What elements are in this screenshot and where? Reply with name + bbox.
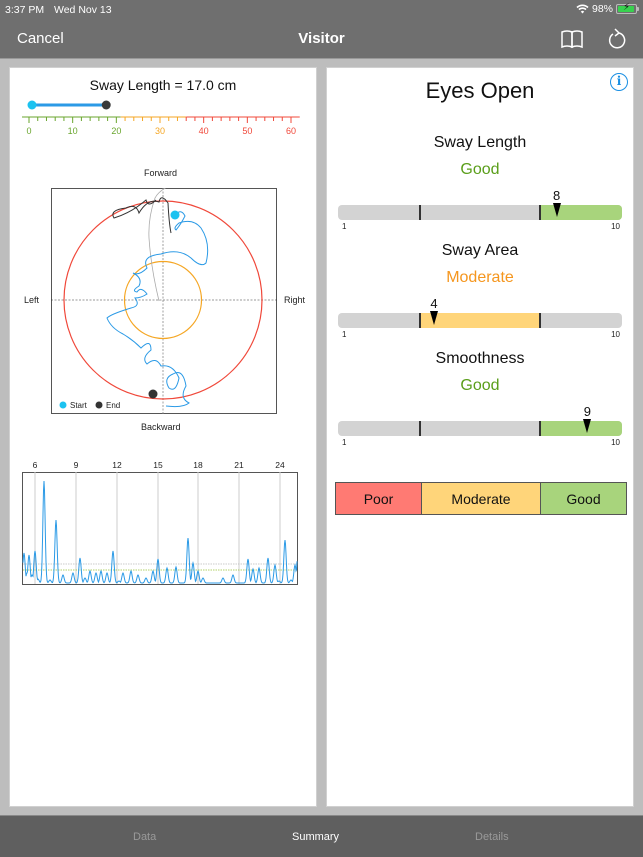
sway-panel: Sway Length = 17.0 cm 0 10 20 30 40 50 60 Forw… (9, 67, 317, 807)
status-bar: 3:37 PM Wed Nov 13 98% ⚡ (0, 0, 643, 20)
start-point (170, 210, 180, 220)
battery-charging-icon: ⚡ (616, 2, 639, 14)
x-tick-label: 9 (74, 460, 79, 470)
sway-plot: Forward Backward Left Right Start End (20, 164, 320, 436)
right-label: Right (284, 295, 306, 305)
score-marker: 4 (428, 297, 440, 325)
zone-divider (539, 421, 541, 436)
x-tick-label: 21 (234, 460, 244, 470)
plot-frame (51, 188, 277, 414)
end-legend-label: End (106, 401, 120, 410)
tab-data[interactable]: Data (133, 831, 156, 843)
sway-length-slider[interactable] (27, 98, 317, 112)
scale-min-label: 1 (342, 330, 347, 339)
metric-name: Sway Area (441, 242, 519, 259)
score-marker: 8 (551, 189, 563, 217)
scale-tick-label: 10 (68, 126, 78, 136)
score-track (338, 205, 622, 220)
end-legend-dot (95, 401, 103, 409)
frequency-chart: 6 9 12 15 18 21 24 (22, 460, 298, 585)
refresh-icon[interactable] (605, 28, 629, 50)
metric-rating: Good (460, 161, 500, 178)
status-date: Wed Nov 13 (54, 4, 112, 16)
metric-rating: Moderate (446, 269, 514, 286)
book-icon[interactable] (560, 28, 584, 50)
backward-label: Backward (141, 422, 181, 432)
wifi-icon (576, 4, 589, 14)
metric-rating: Good (460, 377, 500, 394)
sway-plot-canvas: Start End (51, 188, 277, 414)
chart-frame (22, 472, 298, 585)
score-value: 9 (583, 404, 591, 419)
start-legend-label: Start (70, 401, 88, 410)
metric-name: Sway Length (433, 134, 527, 151)
legend-good: Good (541, 483, 626, 514)
metric-block: Sway Area Moderate (327, 242, 633, 287)
battery-percent: 98% (591, 3, 613, 15)
legend-poor: Poor (336, 483, 422, 514)
results-panel: Eyes Open i Sway Length Good 8 1 10 Sway … (326, 67, 634, 807)
slider-start-handle[interactable] (27, 100, 37, 110)
scale-max-label: 10 (611, 438, 620, 447)
scale-tick-label: 60 (286, 126, 296, 136)
score-track (338, 421, 622, 436)
score-track (338, 313, 622, 328)
x-tick-label: 6 (33, 460, 38, 470)
marker-triangle-icon (552, 203, 561, 217)
metric-block: Sway Length Good (327, 134, 633, 179)
scale-tick-label: 40 (199, 126, 209, 136)
metric-score-bar: 8 1 10 (338, 188, 622, 231)
condition-title: Eyes Open (425, 78, 535, 103)
metric-name: Smoothness (435, 350, 525, 367)
tab-summary[interactable]: Summary (292, 831, 339, 843)
page-title: Visitor (298, 30, 345, 47)
metric-block: Smoothness Good (327, 350, 633, 395)
scale-tick-label: 20 (111, 126, 121, 136)
scale-min-label: 1 (342, 438, 347, 447)
score-value: 4 (430, 296, 438, 311)
legend-moderate: Moderate (422, 483, 541, 514)
x-tick-label: 15 (153, 460, 163, 470)
sway-length-title: Sway Length = 17.0 cm (89, 77, 237, 93)
tab-bar: Data Summary Details (0, 815, 643, 857)
sway-length-scale: 0 10 20 30 40 50 60 (22, 116, 300, 136)
zone-divider (539, 313, 541, 328)
zone-divider (419, 205, 421, 220)
scale-max-label: 10 (611, 330, 620, 339)
score-marker: 9 (581, 405, 593, 433)
rating-legend: Poor Moderate Good (335, 482, 627, 515)
tab-details[interactable]: Details (475, 831, 509, 843)
info-icon[interactable]: i (610, 73, 628, 91)
zone-divider (419, 313, 421, 328)
slider-value-handle[interactable] (101, 100, 111, 110)
x-tick-label: 18 (193, 460, 203, 470)
x-tick-label: 12 (112, 460, 122, 470)
scale-max-label: 10 (611, 222, 620, 231)
marker-triangle-icon (583, 419, 592, 433)
end-point (148, 389, 158, 399)
x-tick-label: 24 (275, 460, 285, 470)
scale-tick-label: 30 (155, 126, 165, 136)
forward-label: Forward (144, 168, 178, 178)
scale-tick-label: 0 (26, 126, 31, 136)
status-time: 3:37 PM (5, 4, 45, 16)
metric-score-bar: 4 1 10 (338, 296, 622, 339)
scale-tick-label: 50 (242, 126, 252, 136)
start-legend-dot (59, 401, 67, 409)
zone-divider (419, 421, 421, 436)
marker-triangle-icon (430, 311, 438, 325)
left-label: Left (24, 295, 40, 305)
zone-divider (539, 205, 541, 220)
metric-score-bar: 9 1 10 (338, 404, 622, 447)
score-value: 8 (553, 188, 561, 203)
navigation-bar: Cancel Visitor (0, 20, 643, 59)
scale-min-label: 1 (342, 222, 347, 231)
